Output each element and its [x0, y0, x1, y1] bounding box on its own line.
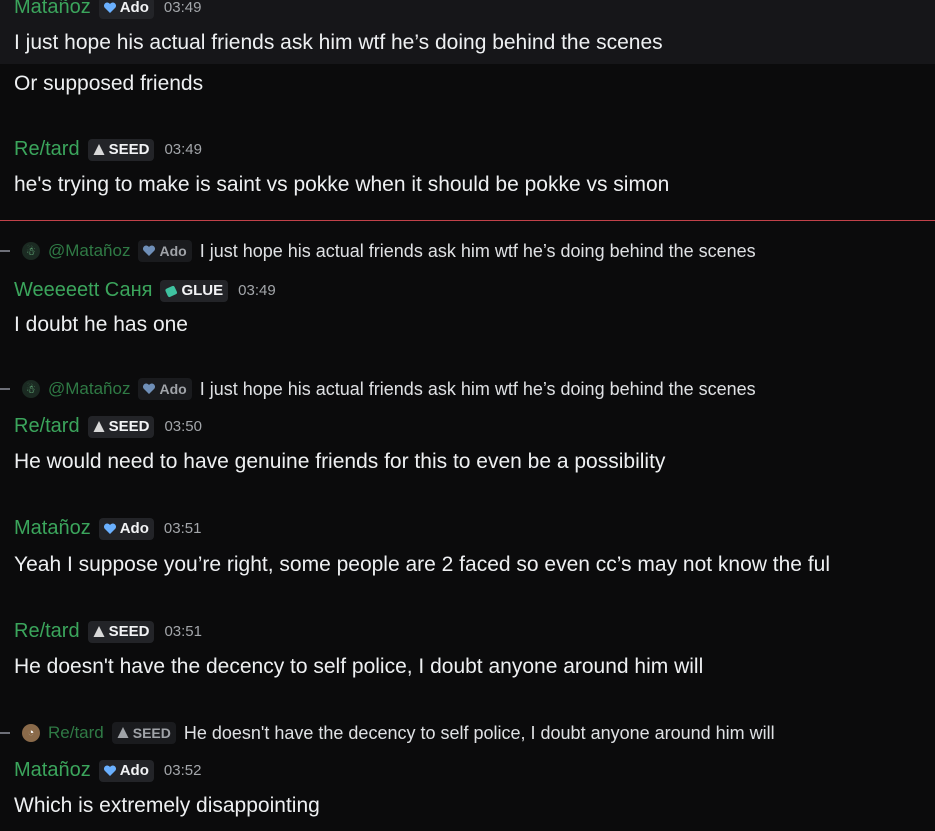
message-text: He would need to have genuine friends fo…: [14, 450, 666, 473]
message-text: he's trying to make is saint vs pokke wh…: [14, 173, 670, 196]
role-badge[interactable]: Ado: [98, 517, 154, 540]
message-header: Re/tard SEED 03:49: [14, 138, 202, 161]
message-3[interactable]: ☃ @Matañoz Ado I just hope his actual fr…: [0, 378, 935, 478]
reply-role-badge: SEED: [111, 722, 176, 744]
glue-icon: [165, 285, 178, 297]
avatar[interactable]: ☃: [22, 242, 40, 260]
reply-line: [0, 388, 10, 390]
reply-author[interactable]: @Matañoz: [48, 241, 130, 261]
reply-preview[interactable]: ☃ @Matañoz Ado I just hope his actual fr…: [0, 378, 756, 400]
message-2[interactable]: ☃ @Matañoz Ado I just hope his actual fr…: [0, 240, 935, 340]
message-0[interactable]: Matañoz Ado 03:49 I just hope his actual…: [0, 0, 935, 64]
timestamp[interactable]: 03:49: [238, 282, 276, 299]
avatar[interactable]: ◔: [22, 724, 40, 742]
timestamp[interactable]: 03:51: [164, 623, 202, 640]
reply-text[interactable]: He doesn't have the decency to self poli…: [184, 723, 775, 744]
message-6[interactable]: ◔ Re/tard SEED He doesn't have the decen…: [0, 722, 935, 831]
message-header: Weeeeett Саня GLUE 03:49: [14, 279, 276, 302]
reply-text[interactable]: I just hope his actual friends ask him w…: [200, 241, 756, 262]
role-badge[interactable]: SEED: [87, 138, 155, 161]
heart-icon: [143, 245, 156, 256]
message-header: Matañoz Ado 03:49: [14, 0, 201, 19]
reply-preview[interactable]: ◔ Re/tard SEED He doesn't have the decen…: [0, 722, 775, 744]
message-text: I doubt he has one: [14, 313, 188, 336]
author-name[interactable]: Weeeeett Саня: [14, 279, 152, 302]
timestamp[interactable]: 03:52: [164, 762, 202, 779]
seed-icon: [93, 625, 105, 637]
role-badge[interactable]: Ado: [98, 0, 154, 19]
message-header: Re/tard SEED 03:51: [14, 620, 202, 643]
message-header: Re/tard SEED 03:50: [14, 415, 202, 438]
reply-role-badge: Ado: [138, 378, 192, 400]
message-header: Matañoz Ado 03:51: [14, 517, 201, 540]
author-name[interactable]: Re/tard: [14, 620, 80, 643]
timestamp[interactable]: 03:50: [164, 418, 202, 435]
reply-author[interactable]: @Matañoz: [48, 379, 130, 399]
message-text: Or supposed friends: [14, 72, 204, 95]
reply-role-badge: Ado: [138, 240, 192, 262]
seed-icon: [93, 420, 105, 432]
avatar[interactable]: ☃: [22, 380, 40, 398]
new-messages-divider: [0, 220, 935, 221]
role-badge[interactable]: SEED: [87, 620, 155, 643]
seed-icon: [117, 727, 129, 738]
role-badge[interactable]: SEED: [87, 415, 155, 438]
timestamp[interactable]: 03:49: [164, 141, 202, 158]
message-text: I just hope his actual friends ask him w…: [14, 31, 663, 54]
message-1[interactable]: Re/tard SEED 03:49 he's trying to make i…: [0, 138, 935, 208]
reply-author[interactable]: Re/tard: [48, 723, 104, 743]
message-4[interactable]: Matañoz Ado 03:51 Yeah I suppose you’re …: [0, 517, 935, 587]
timestamp[interactable]: 03:49: [164, 0, 202, 16]
reply-text[interactable]: I just hope his actual friends ask him w…: [200, 379, 756, 400]
message-text: Yeah I suppose you’re right, some people…: [14, 553, 830, 576]
heart-icon: [103, 522, 116, 534]
author-name[interactable]: Matañoz: [14, 517, 91, 540]
seed-icon: [93, 143, 105, 155]
author-name[interactable]: Re/tard: [14, 415, 80, 438]
reply-line: [0, 250, 10, 252]
heart-icon: [103, 764, 116, 776]
message-5[interactable]: Re/tard SEED 03:51 He doesn't have the d…: [0, 620, 935, 690]
author-name[interactable]: Matañoz: [14, 0, 91, 19]
reply-line: [0, 732, 10, 734]
role-badge[interactable]: GLUE: [160, 279, 229, 302]
reply-preview[interactable]: ☃ @Matañoz Ado I just hope his actual fr…: [0, 240, 756, 262]
message-header: Matañoz Ado 03:52: [14, 759, 201, 782]
message-text: Which is extremely disappointing: [14, 794, 320, 817]
timestamp[interactable]: 03:51: [164, 520, 202, 537]
heart-icon: [143, 383, 156, 394]
author-name[interactable]: Re/tard: [14, 138, 80, 161]
author-name[interactable]: Matañoz: [14, 759, 91, 782]
role-badge[interactable]: Ado: [98, 759, 154, 782]
heart-icon: [103, 1, 116, 13]
message-text: He doesn't have the decency to self poli…: [14, 655, 704, 678]
